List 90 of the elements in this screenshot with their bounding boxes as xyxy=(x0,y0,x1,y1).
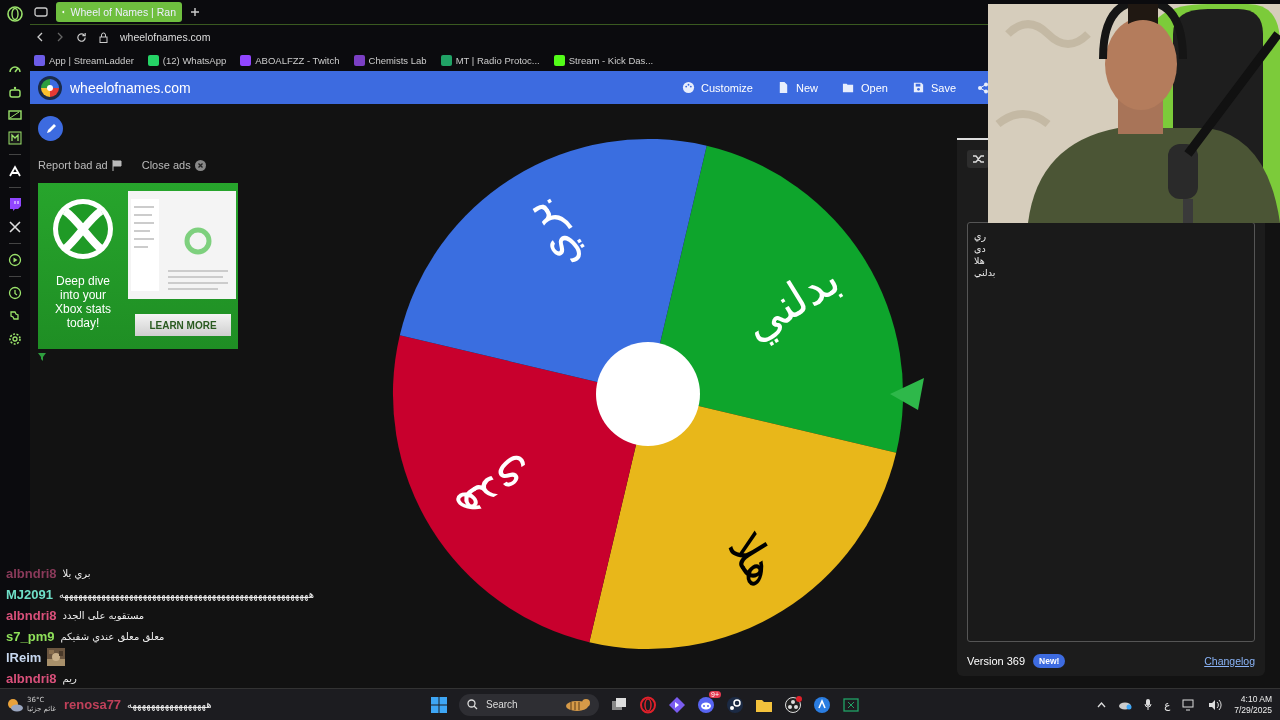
palette-icon xyxy=(682,81,695,94)
chat-username: lReim xyxy=(6,649,42,665)
chat-message: هههههههههههههههههه xyxy=(127,698,212,710)
shuffle-button[interactable] xyxy=(967,150,989,168)
bookmark-link[interactable]: App | StreamLadder xyxy=(49,54,134,66)
ad-banner[interactable]: Deep dive into your Xbox stats today! LEARN MORE xyxy=(38,183,238,349)
wheel-label: هلا xyxy=(717,522,791,596)
chat-username: albndri8 xyxy=(6,565,57,581)
close-icon[interactable] xyxy=(194,159,206,171)
report-ad-link[interactable]: Report bad ad xyxy=(38,159,108,171)
clock-date[interactable]: 7/29/2025 xyxy=(1234,704,1272,716)
forward-icon[interactable] xyxy=(56,32,64,42)
bookmark-link[interactable]: Chemists Lab xyxy=(368,54,427,66)
reload-icon[interactable] xyxy=(76,31,87,43)
ad-headline: Deep dive into your Xbox stats today! xyxy=(54,274,112,330)
a-app-icon[interactable] xyxy=(8,164,22,178)
save-icon xyxy=(911,81,925,94)
opera-icon[interactable] xyxy=(639,695,657,714)
ad-choice-icon[interactable] xyxy=(38,353,46,361)
chat-username: MJ2091 xyxy=(6,586,53,602)
new-badge: New! xyxy=(1033,654,1066,668)
steam-icon[interactable] xyxy=(726,695,744,714)
entry-text: هلا xyxy=(974,255,985,266)
microphone-icon[interactable] xyxy=(1144,698,1153,711)
wheel-label: بدلني xyxy=(733,251,850,352)
logo-icon xyxy=(38,75,62,100)
discord-icon[interactable] xyxy=(697,695,715,714)
twitch-icon[interactable] xyxy=(8,197,22,211)
history-icon[interactable] xyxy=(8,286,22,300)
m-app-icon[interactable] xyxy=(8,131,22,145)
bookmark-link[interactable]: MT | Radio Protoc... xyxy=(455,54,540,66)
chat-username: renosa77 xyxy=(64,696,122,712)
changelog-link[interactable]: Changelog xyxy=(1204,655,1255,667)
new-button[interactable]: New xyxy=(767,77,828,98)
pointer-icon xyxy=(890,378,924,410)
entry-text: دى xyxy=(974,243,986,254)
robot-icon[interactable] xyxy=(8,85,22,99)
learn-more-button[interactable]: LEARN MORE xyxy=(135,314,231,336)
customize-button[interactable]: Customize xyxy=(672,77,763,98)
xbox-logo-icon xyxy=(51,197,115,261)
close-ads-link[interactable]: Close ads xyxy=(141,159,191,171)
edit-button[interactable] xyxy=(38,116,63,141)
network-icon[interactable] xyxy=(1182,698,1197,711)
chat-username: albndri8 xyxy=(6,670,57,686)
back-icon[interactable] xyxy=(36,32,44,42)
chevron-up-icon[interactable] xyxy=(1097,701,1107,708)
chat-message: بري يلا xyxy=(62,567,91,579)
start-icon[interactable] xyxy=(430,695,448,714)
diamond-app-icon[interactable] xyxy=(668,695,686,714)
bookmark-link[interactable]: (12) WhatsApp xyxy=(162,54,227,66)
flag-icon xyxy=(111,159,122,171)
folder-icon xyxy=(842,81,855,94)
plus-icon[interactable] xyxy=(190,7,200,17)
wheel-label: هدى xyxy=(446,446,547,537)
entry-text: بدلني xyxy=(974,267,996,278)
shuffle-icon xyxy=(972,154,984,164)
chat-message: ريم xyxy=(62,672,77,684)
bookmark-link[interactable]: Stream - Kick Das... xyxy=(568,54,654,66)
wheel-label: بري xyxy=(505,192,591,285)
file-icon xyxy=(777,81,790,94)
chat-message: ههههههههههههههههههههههههههههههههههههههههههههههههههههههه xyxy=(59,588,314,600)
entries-field[interactable]: ري دى هلا بدلني xyxy=(967,222,1255,642)
pencil-icon xyxy=(44,122,57,135)
obs-icon[interactable] xyxy=(784,695,802,714)
spreadsheet-icon[interactable] xyxy=(842,695,860,714)
settings-icon[interactable] xyxy=(8,332,22,346)
name-wheel[interactable]: بدلني هلا هدى بري xyxy=(388,134,948,654)
workspace-icon[interactable] xyxy=(34,6,48,18)
search-field[interactable]: Search xyxy=(459,693,599,716)
entry-text: ري xyxy=(974,231,987,242)
share-icon[interactable] xyxy=(978,81,988,94)
chat-message: معلق معلق عندي شفيكم xyxy=(60,630,165,642)
app-icon[interactable] xyxy=(813,695,831,714)
search-icon xyxy=(467,699,478,710)
save-button[interactable]: Save xyxy=(901,77,966,98)
player-icon[interactable] xyxy=(8,253,22,267)
x-icon[interactable] xyxy=(8,220,22,234)
chat-username: albndri8 xyxy=(6,607,57,623)
site-title[interactable]: wheelofnames.com xyxy=(70,79,191,96)
browser-logo-icon[interactable] xyxy=(7,6,23,22)
open-button[interactable]: Open xyxy=(832,77,898,98)
url-text[interactable]: wheelofnames.com xyxy=(120,31,211,43)
chat-username: s7_pm9 xyxy=(6,628,55,644)
language-indicator[interactable]: ع xyxy=(1164,699,1171,710)
lock-icon xyxy=(99,31,108,43)
wheel-center[interactable] xyxy=(596,342,700,446)
bookmark-link[interactable]: ABOALFZZ - Twitch xyxy=(255,54,340,66)
clock-time[interactable]: 4:10 AM xyxy=(1240,693,1272,705)
chat-message: مستقويه على الجدد xyxy=(62,609,145,621)
version-text: Version 369 xyxy=(967,655,1026,667)
